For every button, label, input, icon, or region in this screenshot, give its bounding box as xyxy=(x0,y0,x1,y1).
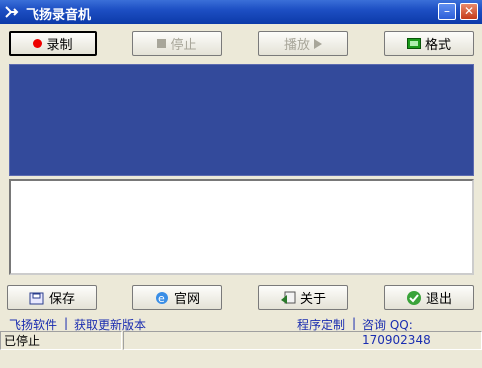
exit-label: 退出 xyxy=(425,292,452,307)
waveform-display xyxy=(9,64,474,176)
about-button[interactable]: 关于 xyxy=(258,285,348,310)
website-label: 官网 xyxy=(173,292,200,307)
play-icon xyxy=(314,38,322,49)
browser-icon: e xyxy=(155,291,168,305)
title-bar: 飞扬录音机 – ✕ xyxy=(0,0,482,24)
link-separator: | xyxy=(64,316,69,330)
info-text-area[interactable] xyxy=(9,179,474,275)
status-info xyxy=(123,331,482,350)
link-separator: | xyxy=(352,316,357,330)
about-icon xyxy=(280,291,296,304)
status-state: 已停止 xyxy=(0,331,122,350)
stop-icon xyxy=(157,39,167,48)
close-button[interactable]: ✕ xyxy=(460,3,478,20)
stop-button[interactable]: 停止 xyxy=(132,31,222,56)
record-button[interactable]: 录制 xyxy=(9,31,97,56)
save-button[interactable]: 保存 xyxy=(7,285,97,310)
window-title: 飞扬录音机 xyxy=(26,8,92,23)
website-button[interactable]: e 官网 xyxy=(132,285,222,310)
exit-icon xyxy=(406,290,421,305)
app-icon xyxy=(5,6,19,18)
format-icon xyxy=(406,38,421,49)
minimize-button[interactable]: – xyxy=(438,3,456,20)
exit-button[interactable]: 退出 xyxy=(384,285,474,310)
bottom-strip xyxy=(0,352,482,368)
main-client: 录制 停止 播放 格式 保存 e 官网 关于 退出 飞扬软件 | 获取更新版本 … xyxy=(0,24,482,368)
save-label: 保存 xyxy=(48,292,75,307)
record-icon xyxy=(33,39,43,48)
format-label: 格式 xyxy=(424,38,451,53)
about-label: 关于 xyxy=(299,292,326,307)
play-button[interactable]: 播放 xyxy=(258,31,348,56)
record-label: 录制 xyxy=(46,38,73,53)
stop-label: 停止 xyxy=(170,38,197,53)
status-bar: 已停止 xyxy=(0,331,482,352)
save-icon xyxy=(29,292,44,304)
play-label: 播放 xyxy=(283,38,310,53)
format-button[interactable]: 格式 xyxy=(384,31,474,56)
svg-text:e: e xyxy=(158,292,165,305)
